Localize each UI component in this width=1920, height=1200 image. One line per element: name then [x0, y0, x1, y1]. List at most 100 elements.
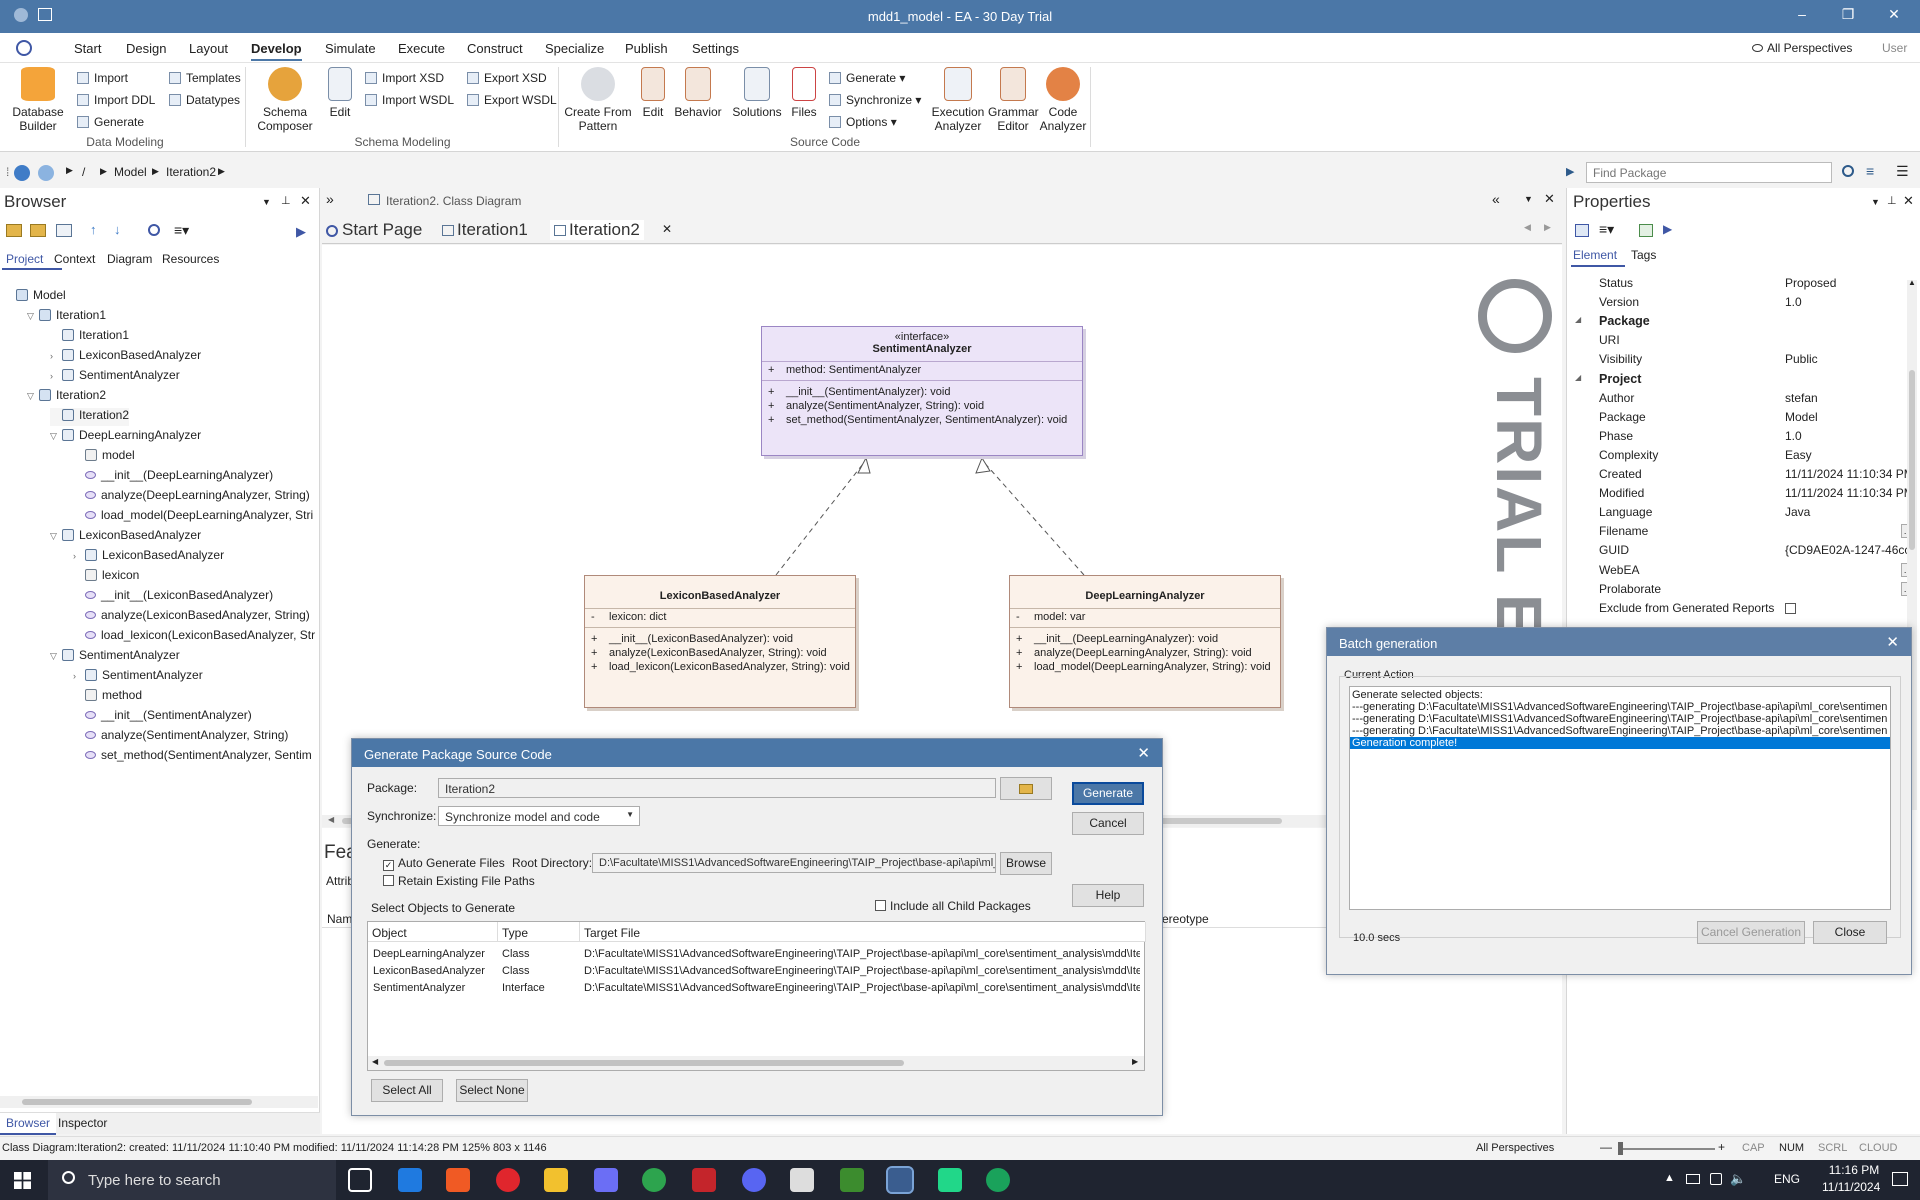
tray-chevron-icon[interactable]: ▲	[1664, 1172, 1675, 1184]
pin-icon[interactable]: ⊥	[1887, 194, 1897, 207]
browse-button[interactable]: Browse	[1000, 852, 1052, 875]
operation-row[interactable]: + __init__(LexiconBasedAnalyzer): void	[585, 631, 855, 645]
property-row[interactable]: Exclude from Generated Reports	[1589, 601, 1909, 620]
minecraft-icon[interactable]	[840, 1168, 864, 1192]
tab-publish[interactable]: Publish	[625, 41, 668, 56]
tab-browser[interactable]: Browser	[0, 1113, 57, 1135]
property-row[interactable]: Prolaborate…	[1589, 581, 1915, 601]
close-button[interactable]: Close	[1813, 921, 1887, 944]
property-row[interactable]: Version 1.0	[1589, 295, 1909, 314]
dropdown-icon[interactable]: ▼	[262, 197, 271, 207]
tree-item[interactable]: __init__(SentimentAnalyzer)	[73, 708, 252, 726]
operation-row[interactable]: + __init__(SentimentAnalyzer): void	[762, 384, 1082, 398]
zoom-slider-thumb[interactable]	[1618, 1142, 1623, 1155]
zoom-slider[interactable]	[1620, 1148, 1715, 1150]
solutions-button[interactable]: Solutions	[730, 67, 784, 119]
property-row[interactable]: Phase 1.0	[1589, 429, 1909, 448]
restore-icon[interactable]: ❐	[1833, 6, 1863, 26]
locate-icon[interactable]	[148, 224, 160, 236]
grid-view-icon[interactable]	[1639, 224, 1653, 237]
task-view-icon[interactable]	[348, 1168, 372, 1192]
perspectives-menu[interactable]: All Perspectives	[1767, 41, 1852, 55]
chevron-right-icon[interactable]: ›	[73, 671, 85, 681]
property-row[interactable]: URI	[1589, 333, 1909, 352]
tab-execute[interactable]: Execute	[398, 41, 445, 56]
close-icon[interactable]: ✕	[1544, 191, 1555, 207]
export-wsdl-button[interactable]: Export WSDL	[467, 93, 557, 107]
filter-icon[interactable]: ≡	[1866, 163, 1874, 179]
property-row[interactable]: Visibility Public	[1589, 352, 1909, 371]
chevron-down-icon[interactable]: ▽	[27, 391, 39, 402]
close-icon[interactable]: ✕	[1879, 6, 1909, 26]
code-analyzer-button[interactable]: Code Analyzer	[1038, 67, 1088, 133]
property-value[interactable]: 11/11/2024 11:10:34 PM	[1785, 486, 1911, 500]
wifi-icon[interactable]	[1710, 1173, 1722, 1185]
property-section[interactable]: ◢ Project	[1575, 372, 1909, 391]
app-icon[interactable]	[790, 1168, 814, 1192]
back-icon[interactable]	[14, 165, 30, 181]
language-indicator[interactable]: ENG	[1774, 1172, 1800, 1186]
chevron-down-icon[interactable]: ▽	[50, 651, 62, 662]
property-row[interactable]: Modified 11/11/2024 11:10:34 PM	[1589, 486, 1911, 505]
tree-item[interactable]: ▽ DeepLearningAnalyzer	[50, 428, 201, 446]
pin-icon[interactable]: ⊥	[281, 194, 291, 207]
tree-item[interactable]: __init__(DeepLearningAnalyzer)	[73, 468, 273, 486]
collapse-icon[interactable]: ◢	[1575, 315, 1581, 324]
grammar-editor-button[interactable]: Grammar Editor	[988, 67, 1039, 133]
menu-icon[interactable]: ≡▾	[1599, 221, 1614, 238]
chevron-right-icon[interactable]: ›	[50, 371, 62, 381]
file-explorer-icon[interactable]	[544, 1168, 568, 1192]
tree-item[interactable]: __init__(LexiconBasedAnalyzer)	[73, 588, 273, 606]
property-row[interactable]: GUID {CD9AE02A-1247-46cc-A...	[1589, 543, 1911, 562]
tab-element[interactable]: Element	[1573, 248, 1617, 262]
close-icon[interactable]: ✕	[300, 193, 311, 209]
grid-horizontal-scrollbar[interactable]: ◀ ▶	[368, 1056, 1144, 1070]
tab-construct[interactable]: Construct	[467, 41, 523, 56]
scroll-right-icon[interactable]: ▶	[1544, 222, 1551, 233]
datatypes-button[interactable]: Datatypes	[169, 93, 240, 107]
operation-row[interactable]: + __init__(DeepLearningAnalyzer): void	[1010, 631, 1280, 645]
property-value[interactable]: Public	[1785, 352, 1911, 366]
select-all-button[interactable]: Select All	[371, 1079, 443, 1102]
app-icon[interactable]	[594, 1168, 618, 1192]
scroll-left-icon[interactable]: ◀	[1524, 222, 1531, 233]
cancel-button[interactable]: Cancel	[1072, 812, 1144, 835]
move-up-icon[interactable]: ↑	[90, 222, 97, 237]
breadcrumb-root[interactable]: /	[82, 165, 85, 179]
property-row[interactable]: Complexity Easy	[1589, 448, 1909, 467]
opera-icon[interactable]	[496, 1168, 520, 1192]
tab-resources[interactable]: Resources	[162, 252, 219, 266]
synchronize-button[interactable]: Synchronize ▾	[829, 93, 921, 107]
property-row[interactable]: Status Proposed	[1589, 276, 1909, 295]
scrollbar-thumb[interactable]	[22, 1099, 252, 1105]
property-section[interactable]: ◢ Package	[1575, 314, 1909, 333]
scroll-left-icon[interactable]: ◀	[372, 1057, 378, 1066]
property-value[interactable]: 1.0	[1785, 429, 1911, 443]
tree-item[interactable]: model	[73, 448, 135, 466]
generate-code-button[interactable]: Generate ▾	[829, 71, 905, 85]
tree-item[interactable]: Iteration1	[50, 328, 129, 346]
minimize-icon[interactable]: –	[1787, 6, 1817, 26]
scroll-up-icon[interactable]: ▲	[1908, 278, 1916, 287]
code-edit-button[interactable]: Edit	[636, 67, 670, 119]
tab-design[interactable]: Design	[126, 41, 166, 56]
property-value[interactable]: Proposed	[1785, 276, 1911, 290]
operation-row[interactable]: + analyze(DeepLearningAnalyzer, String): …	[1010, 645, 1280, 659]
tab-inspector[interactable]: Inspector	[58, 1116, 107, 1130]
chevron-right-icon[interactable]: ›	[50, 351, 62, 361]
new-folder-icon[interactable]	[30, 224, 46, 237]
zoom-out-icon[interactable]: —	[1600, 1140, 1612, 1154]
cancel-generation-button[interactable]: Cancel Generation	[1697, 921, 1805, 944]
discord-icon[interactable]	[742, 1168, 766, 1192]
enterprise-architect-icon[interactable]	[886, 1166, 914, 1194]
tree-item[interactable]: analyze(LexiconBasedAnalyzer, String)	[73, 608, 310, 626]
close-icon[interactable]: ✕	[1886, 633, 1899, 651]
create-from-pattern-button[interactable]: Create From Pattern	[564, 67, 632, 133]
synchronize-select[interactable]: Synchronize model and code ▼	[438, 806, 640, 826]
operation-row[interactable]: + load_model(DeepLearningAnalyzer, String…	[1010, 659, 1280, 673]
tab-iteration1[interactable]: Iteration1	[442, 220, 528, 240]
include-child-packages-checkbox[interactable]: Include all Child Packages	[875, 899, 1031, 913]
taskbar-search[interactable]: Type here to search	[48, 1160, 336, 1200]
property-value[interactable]: 11/11/2024 11:10:34 PM	[1785, 467, 1911, 481]
property-row[interactable]: Package Model	[1589, 410, 1909, 429]
